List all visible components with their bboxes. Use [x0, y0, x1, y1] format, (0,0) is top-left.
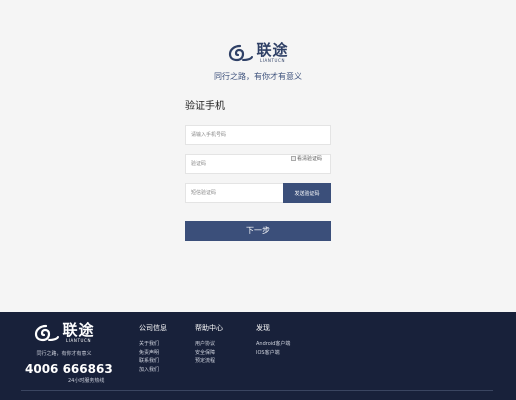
header-logo: 联途 LIANTUCN 同行之路，有你才有意义 — [0, 43, 516, 82]
footer-slogan: 同行之路，有你才有意义 — [36, 351, 92, 357]
footer-link-ios[interactable]: IOS客户端 — [256, 349, 290, 358]
service-phone-label: 24小时服务热线 — [68, 378, 105, 384]
footer-col-title: 公司信息 — [139, 324, 167, 332]
snail-logo-icon — [229, 44, 254, 62]
sms-field-wrapper — [185, 183, 283, 203]
footer-link-android[interactable]: Android客户端 — [256, 340, 290, 349]
footer-brand-name: 联途 — [62, 321, 95, 339]
footer-logo[interactable]: 联途 LIANTUCN — [33, 323, 94, 343]
footer-col-title: 发现 — [256, 324, 270, 332]
captcha-field-wrapper: 看清验证码 — [185, 154, 331, 174]
header-slogan: 同行之路，有你才有意义 — [214, 72, 302, 81]
footer-brand-name-en: LIANTUCN — [65, 338, 92, 343]
snail-logo-icon — [35, 324, 60, 342]
next-step-button[interactable]: 下一步 — [185, 220, 331, 241]
broken-image-icon — [291, 156, 296, 161]
footer-link-booking[interactable]: 预定流程 — [195, 357, 223, 366]
footer-link-agreement[interactable]: 用户协议 — [195, 340, 223, 349]
footer-brand: 联途 LIANTUCN 同行之路，有你才有意义 — [24, 323, 104, 357]
footer-link-disclaimer[interactable]: 免责声明 — [139, 349, 167, 358]
send-code-button[interactable]: 发送验证码 — [283, 183, 331, 203]
verify-phone-form: 验证手机 看清验证码 发送验证码 下一步 — [185, 97, 331, 241]
footer-divider — [21, 390, 493, 391]
phone-field-wrapper — [185, 125, 331, 145]
captcha-image[interactable]: 看清验证码 — [291, 156, 329, 173]
sms-code-row: 发送验证码 — [185, 183, 331, 203]
footer-col-title: 帮助中心 — [195, 324, 223, 332]
footer-col-help: 帮助中心 用户协议 安全保障 预定流程 — [195, 323, 223, 366]
footer-col-company: 公司信息 关于我们 免责声明 联系我们 加入我们 — [139, 323, 167, 374]
sms-code-input[interactable] — [186, 184, 283, 202]
logo[interactable]: 联途 LIANTUCN — [227, 43, 288, 63]
footer-link-security[interactable]: 安全保障 — [195, 349, 223, 358]
phone-input[interactable] — [186, 126, 330, 144]
footer-col-discover: 发现 Android客户端 IOS客户端 — [256, 323, 290, 357]
brand-name: 联途 — [256, 41, 289, 59]
form-title: 验证手机 — [185, 101, 225, 112]
brand-name-en: LIANTUCN — [259, 58, 286, 63]
footer-link-contact[interactable]: 联系我们 — [139, 357, 167, 366]
captcha-image-alt: 看清验证码 — [297, 156, 323, 162]
footer-link-about[interactable]: 关于我们 — [139, 340, 167, 349]
service-phone: 4006 666863 — [25, 362, 113, 376]
footer-link-join[interactable]: 加入我们 — [139, 366, 167, 375]
